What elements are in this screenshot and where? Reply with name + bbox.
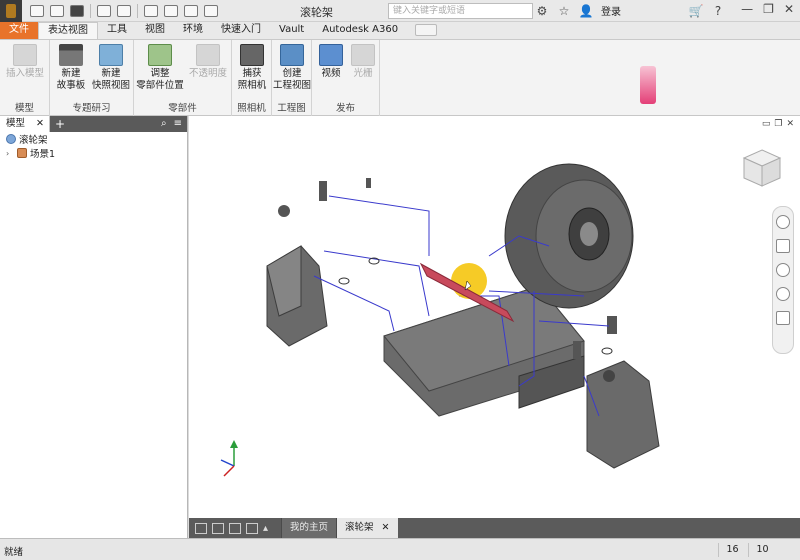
tile-icon[interactable] xyxy=(212,522,224,534)
close-icon[interactable]: ✕ xyxy=(36,116,44,131)
opacity-button[interactable]: 不透明度 xyxy=(186,44,230,80)
look-at-icon[interactable] xyxy=(776,311,790,325)
tab-presentation[interactable]: 表达视图 xyxy=(38,22,98,39)
status-bar: 就绪 16 10 xyxy=(0,538,800,560)
raster-icon xyxy=(351,44,375,66)
exchange-icon[interactable]: ⚙ xyxy=(535,4,549,18)
quick-access-toolbar xyxy=(30,3,218,18)
insert-model-icon xyxy=(13,44,37,66)
tree-item-scene[interactable]: › 场景1 xyxy=(0,146,187,160)
panel-model: 插入模型 模型 xyxy=(0,40,50,116)
open-file-icon[interactable] xyxy=(50,4,64,17)
video-button[interactable]: 视频 xyxy=(316,44,346,80)
cascade-icon[interactable] xyxy=(195,522,207,534)
video-icon xyxy=(319,44,343,66)
tweak-icon xyxy=(148,44,172,66)
tab-environment[interactable]: 环境 xyxy=(174,22,212,39)
document-title: 滚轮架 xyxy=(300,6,333,19)
new-file-icon[interactable] xyxy=(30,4,44,17)
panel-storyboard: 新建 故事板 新建 快照视图 专题研习 xyxy=(50,40,134,116)
update-icon[interactable] xyxy=(164,4,178,17)
status-text: 就绪 xyxy=(4,547,24,558)
minimize-icon[interactable]: — xyxy=(741,2,753,16)
home-icon[interactable] xyxy=(144,4,158,17)
viewcube-icon[interactable] xyxy=(740,146,784,190)
scene-icon xyxy=(17,148,27,158)
pan-icon[interactable] xyxy=(776,239,790,253)
panel-drawing: 创建 工程视图 工程图 xyxy=(272,40,312,116)
close-icon[interactable]: ✕ xyxy=(382,522,390,533)
tab-get-started[interactable]: 快速入门 xyxy=(212,22,270,39)
ribbon-tabs: 文件 表达视图 工具 视图 环境 快速入门 Vault Autodesk A36… xyxy=(0,22,800,40)
menu-dropdown-icon[interactable]: ▴ xyxy=(263,523,275,534)
title-bar: 滚轮架 键入关键字或短语 ⚙ ☆ 👤 登录 🛒 ? — ❐ ✕ xyxy=(0,0,800,22)
appearance-icon[interactable] xyxy=(204,4,218,17)
horizontal-tile-icon[interactable] xyxy=(229,522,241,534)
left-bolt xyxy=(278,205,290,217)
capture-camera-button[interactable]: 捕获 照相机 xyxy=(234,44,270,92)
panel-publish: 视频 光栅 发布 xyxy=(312,40,380,116)
model-browser: 模型 ✕ + ⌕ ≡ 滚轮架 › 场景1 xyxy=(0,115,188,538)
navigation-bar xyxy=(772,206,794,354)
panel-components: 调整 零部件位置 不透明度 零部件 xyxy=(134,40,232,116)
status-count-a: 16 xyxy=(718,543,746,557)
zoom-icon[interactable] xyxy=(776,263,790,277)
assembly-icon xyxy=(6,134,16,144)
material-icon[interactable] xyxy=(184,4,198,17)
new-snapshot-button[interactable]: 新建 快照视图 xyxy=(90,44,132,92)
tree-root[interactable]: 滚轮架 xyxy=(0,132,187,146)
tweak-components-button[interactable]: 调整 零部件位置 xyxy=(134,44,186,92)
recording-indicator xyxy=(640,66,656,104)
tab-my-home[interactable]: 我的主页 xyxy=(281,518,337,538)
right-bolt-1 xyxy=(607,316,617,334)
raster-button[interactable]: 光栅 xyxy=(348,44,378,80)
right-bolt-2 xyxy=(573,341,581,359)
tab-file[interactable]: 文件 xyxy=(0,22,38,39)
browser-tab-model[interactable]: 模型 ✕ xyxy=(0,115,50,132)
camera-icon xyxy=(240,44,264,66)
drawing-view-icon xyxy=(280,44,304,66)
snapshot-icon xyxy=(99,44,123,66)
expand-icon[interactable]: › xyxy=(6,149,14,158)
status-count-b: 10 xyxy=(748,543,776,557)
new-storyboard-button[interactable]: 新建 故事板 xyxy=(52,44,90,92)
tab-tools[interactable]: 工具 xyxy=(98,22,136,39)
document-tab-bar: ▴ 我的主页 滚轮架 ✕ xyxy=(189,518,800,538)
steering-wheel-icon[interactable] xyxy=(776,215,790,229)
save-icon[interactable] xyxy=(70,4,84,17)
user-icon[interactable]: 👤 xyxy=(579,4,594,18)
add-browser-icon[interactable]: + xyxy=(55,117,65,131)
tab-a360[interactable]: Autodesk A360 xyxy=(313,22,407,39)
insert-model-button[interactable]: 插入模型 xyxy=(3,44,47,80)
panel-camera: 捕获 照相机 照相机 xyxy=(232,40,272,116)
top-bolt-2 xyxy=(366,178,371,188)
tab-document[interactable]: 滚轮架 ✕ xyxy=(336,518,398,538)
axis-triad xyxy=(220,440,238,477)
top-bolt-1 xyxy=(319,181,327,201)
help-icon[interactable]: ? xyxy=(711,4,725,18)
graphics-viewport[interactable]: ▭ ❐ ✕ xyxy=(189,116,800,518)
tab-vault[interactable]: Vault xyxy=(270,22,313,39)
search-icon[interactable]: ⌕ xyxy=(161,118,167,129)
tab-view[interactable]: 视图 xyxy=(136,22,174,39)
redo-icon[interactable] xyxy=(117,4,131,17)
orbit-icon[interactable] xyxy=(776,287,790,301)
ribbon: 插入模型 模型 新建 故事板 新建 快照视图 专题研习 调整 零部件位置 不透明… xyxy=(0,40,800,116)
undo-icon[interactable] xyxy=(97,4,111,17)
ribbon-options-icon[interactable] xyxy=(415,24,438,36)
vertical-tile-icon[interactable] xyxy=(246,522,258,534)
login-link[interactable]: 登录 xyxy=(601,3,621,18)
opacity-icon xyxy=(196,44,220,66)
storyboard-icon xyxy=(59,44,83,66)
exploded-assembly-view xyxy=(220,163,660,477)
restore-icon[interactable]: ❐ xyxy=(763,2,774,16)
favorites-icon[interactable]: ☆ xyxy=(557,4,571,18)
menu-icon[interactable]: ≡ xyxy=(174,118,182,129)
create-drawing-view-button[interactable]: 创建 工程视图 xyxy=(272,44,312,92)
cart-icon[interactable]: 🛒 xyxy=(689,4,704,18)
close-icon[interactable]: ✕ xyxy=(784,2,794,16)
help-search-input[interactable]: 键入关键字或短语 xyxy=(388,3,533,19)
app-logo-icon[interactable] xyxy=(0,0,22,22)
right-bracket xyxy=(586,360,660,469)
